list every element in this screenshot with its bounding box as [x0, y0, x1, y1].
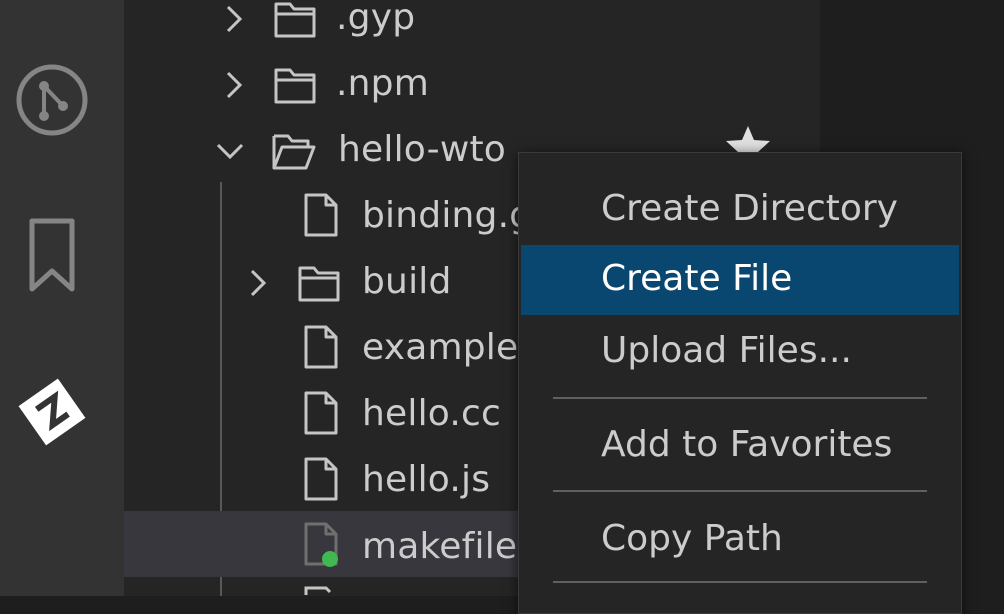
tree-item-label: binding.g	[362, 195, 533, 236]
menu-item-label: Create File	[601, 258, 793, 299]
menu-item-label: Upload Files...	[601, 330, 852, 371]
folder-icon	[298, 266, 340, 302]
tree-item-npm[interactable]: .npm	[124, 52, 820, 118]
zowe-explorer-icon[interactable]	[10, 370, 94, 454]
file-icon	[304, 193, 338, 237]
menu-item-create-file[interactable]: Create File	[521, 245, 959, 315]
menu-item-copy-path[interactable]: Copy Path	[521, 505, 959, 575]
tree-item-label: .npm	[336, 63, 429, 104]
star-icon[interactable]	[722, 124, 774, 154]
menu-item-label: Copy Path	[601, 518, 783, 559]
menu-separator	[553, 581, 927, 583]
activity-bar	[0, 0, 124, 596]
tree-item-label: hello-wto	[338, 129, 507, 170]
file-icon	[304, 325, 338, 369]
tree-item-label: .gyp	[336, 0, 416, 38]
menu-item-label: Add to Favorites	[601, 424, 893, 465]
chevron-right-icon[interactable]	[218, 3, 250, 35]
tree-item-label: hello.js	[362, 459, 491, 500]
git-status-dot	[322, 551, 338, 567]
tree-item-label: makefile	[362, 526, 518, 567]
tree-item-label: hello.cc	[362, 393, 501, 434]
menu-item-add-to-favorites[interactable]: Add to Favorites	[521, 411, 959, 481]
chevron-down-icon[interactable]	[214, 135, 246, 167]
chevron-right-icon[interactable]	[242, 267, 274, 299]
menu-separator	[553, 397, 927, 399]
menu-separator	[553, 490, 927, 492]
chevron-right-icon[interactable]	[218, 69, 250, 101]
tree-item-label: example.t	[362, 327, 545, 368]
source-control-icon[interactable]	[10, 58, 94, 142]
tree-item-gyp[interactable]: .gyp	[124, 0, 820, 52]
folder-icon	[274, 2, 316, 38]
file-icon	[304, 457, 338, 501]
file-icon	[304, 586, 332, 595]
tree-item-label: build	[362, 261, 452, 302]
folder-icon	[274, 68, 316, 104]
folder-open-icon	[272, 134, 316, 170]
file-icon	[304, 391, 338, 435]
menu-item-label: Create Directory	[601, 188, 898, 229]
menu-item-upload-files[interactable]: Upload Files...	[521, 317, 959, 387]
context-menu: Create Directory Create File Upload File…	[518, 152, 962, 614]
bookmark-icon[interactable]	[10, 214, 94, 298]
menu-item-create-directory[interactable]: Create Directory	[521, 175, 959, 245]
